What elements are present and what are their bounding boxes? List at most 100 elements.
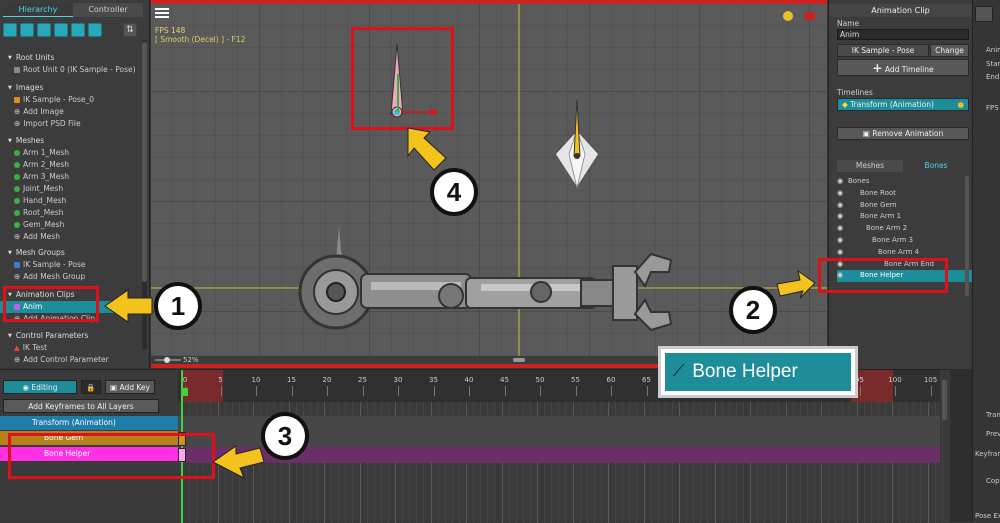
viewport-canvas: [151, 4, 827, 364]
panel-toggle-icon[interactable]: [975, 6, 993, 22]
list-item[interactable]: Arm 2_Mesh: [8, 159, 69, 171]
list-item[interactable]: ⊕ Add Control Parameter: [8, 354, 109, 366]
section-title[interactable]: Root Units: [8, 52, 136, 64]
image-filter-icon[interactable]: [3, 23, 17, 37]
bone-row[interactable]: ◉ Bone Arm 4: [837, 247, 972, 259]
scene-viewport[interactable]: FPS 148 [ Smooth (Decel) ] - F12 52%: [151, 0, 827, 368]
mesh-icon: [14, 222, 20, 228]
bone-list-scrollbar[interactable]: [965, 176, 969, 296]
animation-filter-icon[interactable]: [71, 23, 85, 37]
visibility-icon[interactable]: ◉: [837, 247, 845, 259]
bone-row[interactable]: ◉ Bone Root: [837, 188, 972, 200]
timeline-item[interactable]: ◆ Transform (Animation) ●: [837, 98, 969, 111]
timeline-row-transform[interactable]: Transform (Animation): [0, 416, 178, 430]
name-label: Name: [837, 19, 860, 28]
visibility-icon[interactable]: ◉: [837, 200, 845, 212]
visibility-icon[interactable]: ◉: [837, 188, 845, 200]
bone-label: Bone Arm 3: [872, 235, 914, 244]
add-key-button[interactable]: ▣ Add Key: [105, 380, 155, 394]
meshgroup-filter-icon[interactable]: [37, 23, 51, 37]
list-item[interactable]: IK Sample - Pose: [8, 259, 85, 271]
bone-row[interactable]: ◉ Bones: [837, 176, 972, 188]
ruler-tick: [220, 386, 222, 396]
list-item[interactable]: Root Unit 0 (IK Sample - Pose): [8, 64, 136, 76]
visibility-icon[interactable]: ◉: [837, 235, 845, 247]
mesh-filter-icon[interactable]: [20, 23, 34, 37]
add-timeline-button[interactable]: + Add Timeline: [837, 59, 969, 76]
section-title[interactable]: Images: [8, 82, 94, 94]
timeline-scrollbar[interactable]: [942, 380, 947, 420]
editing-label: Editing: [31, 383, 58, 392]
ruler-tick-label: 10: [251, 376, 261, 384]
ruler-tick-label: 25: [358, 376, 367, 384]
visibility-icon[interactable]: ◉: [837, 176, 845, 188]
ruler-tick: [575, 386, 577, 396]
tab-hierarchy[interactable]: Hierarchy: [3, 3, 73, 17]
section-title[interactable]: Control Parameters: [8, 330, 109, 342]
section-title[interactable]: Meshes: [8, 135, 69, 147]
tab-bones[interactable]: Bones: [903, 160, 969, 172]
list-item[interactable]: Arm 1_Mesh: [8, 147, 69, 159]
bone-label: Bone Gem: [860, 200, 897, 209]
tab-controller[interactable]: Controller: [73, 3, 143, 17]
list-item[interactable]: ⊕ Add Mesh Group: [8, 271, 85, 283]
viewport-menu-icon[interactable]: [155, 8, 169, 20]
item-label: Add Mesh Group: [23, 272, 86, 281]
list-item[interactable]: Joint_Mesh: [8, 183, 69, 195]
tab-meshes[interactable]: Meshes: [837, 160, 903, 172]
mesh-icon: [14, 198, 20, 204]
clip-name-field[interactable]: Anim: [837, 29, 969, 40]
section-title[interactable]: Mesh Groups: [8, 247, 85, 259]
callout-number-3: 3: [261, 412, 309, 460]
add-icon: ⊕: [14, 272, 21, 281]
item-label: IK Test: [22, 343, 48, 352]
root-unit-icon: [14, 67, 20, 73]
zoomed-bone-helper-row: ⟋ Bone Helper: [665, 353, 851, 391]
ruler-tick: [256, 386, 257, 396]
lock-icon[interactable]: 🔒: [81, 380, 101, 394]
sort-icon[interactable]: ⇅: [123, 23, 137, 37]
visibility-icon[interactable]: ◉: [837, 211, 845, 223]
mesh-icon: [14, 210, 20, 216]
item-label: Arm 1_Mesh: [23, 148, 70, 157]
list-item[interactable]: Root_Mesh: [8, 207, 69, 219]
visibility-icon[interactable]: ◉: [837, 223, 845, 235]
item-label: Arm 2_Mesh: [23, 160, 70, 169]
record-icon: [805, 12, 815, 20]
ruler-tick: [930, 386, 932, 396]
bone-label: Bone Arm 1: [860, 212, 902, 221]
item-label: Root_Mesh: [23, 208, 64, 217]
add-all-keys-button[interactable]: Add Keyframes to All Layers: [3, 399, 159, 413]
remove-animation-button[interactable]: ▣ Remove Animation: [837, 127, 969, 140]
list-item[interactable]: IK Sample - Pose_0: [8, 94, 94, 106]
add-key-icon: ▣: [110, 383, 118, 392]
section-meshes: Meshes Arm 1_Mesh Arm 2_Mesh Arm 3_Mesh …: [8, 135, 69, 243]
change-button[interactable]: Change: [930, 44, 969, 57]
inspector-label: Start: [986, 60, 1000, 68]
bone-row[interactable]: ◉ Bone Arm 1: [837, 211, 972, 223]
list-item[interactable]: ▲ IK Test: [8, 342, 109, 354]
bone-row[interactable]: ◉ Bone Gem: [837, 200, 972, 212]
playhead-handle[interactable]: [182, 388, 188, 396]
ruler-tick-label: 35: [429, 376, 438, 384]
hierarchy-scrollbar[interactable]: [142, 40, 147, 350]
add-timeline-label: Add Timeline: [884, 65, 934, 74]
list-item[interactable]: ⊕ Add Mesh: [8, 231, 69, 243]
list-item[interactable]: Hand_Mesh: [8, 195, 69, 207]
timelines-label: Timelines: [837, 88, 873, 97]
fps-readout: FPS 148 [ Smooth (Decel) ] - F12: [155, 26, 245, 44]
callout-box-timeline-row: [8, 433, 215, 479]
bone-row[interactable]: ◉ Bone Arm 3: [837, 235, 972, 247]
list-item[interactable]: Gem_Mesh: [8, 219, 69, 231]
hierarchy-tabs: Hierarchy Controller: [3, 3, 143, 17]
inspector-label: Prev: [986, 430, 1000, 438]
bone-row[interactable]: ◉ Bone Arm 2: [837, 223, 972, 235]
list-item[interactable]: ⊕ Add Image: [8, 106, 94, 118]
item-label: Gem_Mesh: [23, 220, 65, 229]
mesh-icon: [14, 174, 20, 180]
list-item[interactable]: Arm 3_Mesh: [8, 171, 69, 183]
editing-button[interactable]: ◉ Editing: [3, 380, 77, 394]
param-filter-icon[interactable]: [88, 23, 102, 37]
list-item[interactable]: ⊕ Import PSD File: [8, 118, 94, 130]
bone-filter-icon[interactable]: [54, 23, 68, 37]
